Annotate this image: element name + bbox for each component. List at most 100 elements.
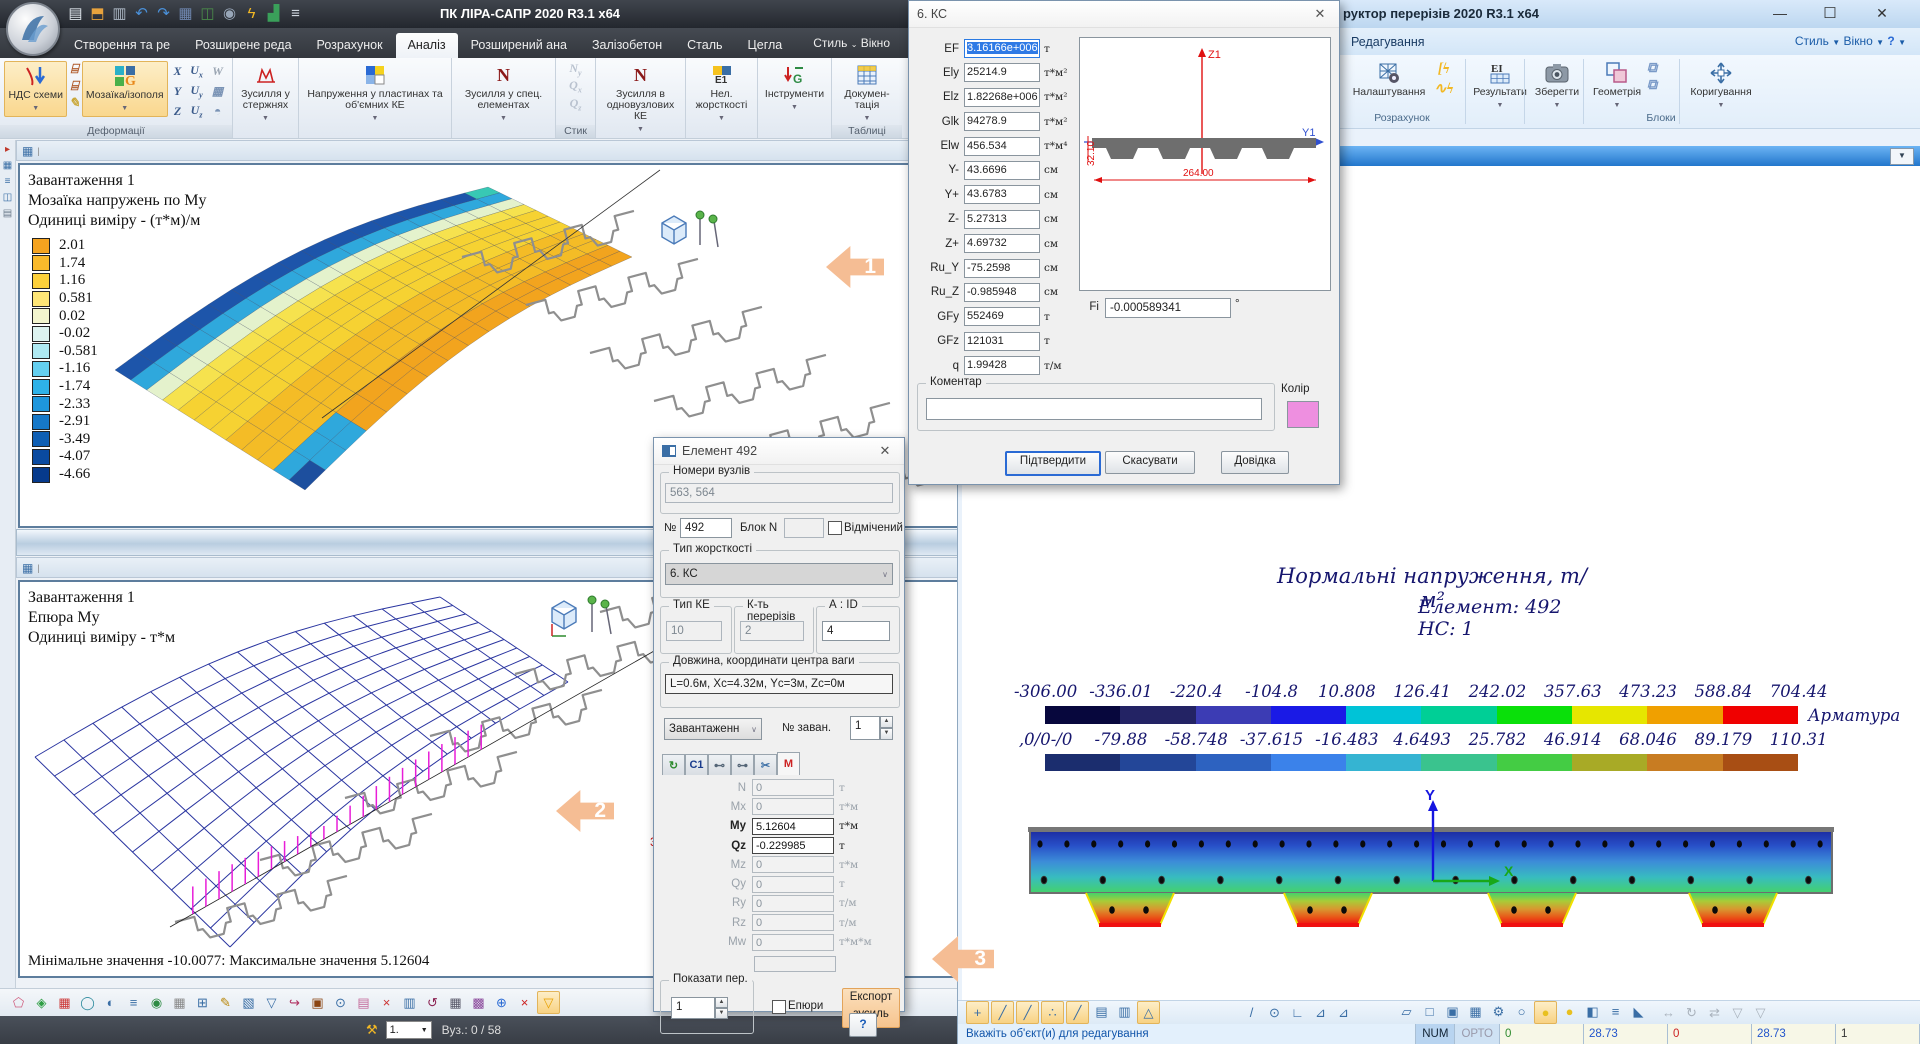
toolbar-icon[interactable]: ∴ <box>1041 1001 1064 1024</box>
axes-tab-icon[interactable]: ✂ <box>754 754 777 775</box>
toolbar-icon[interactable]: ▦ <box>1465 1001 1486 1022</box>
tab-Цегла[interactable]: Цегла <box>736 33 795 58</box>
marked-checkbox[interactable] <box>828 521 842 535</box>
toolbar-icon[interactable]: ▽ <box>537 991 560 1014</box>
tabstrip-dropdown[interactable]: ▼ <box>1890 148 1914 165</box>
rod-forces-button[interactable]: Зусилля у стержнях▼ <box>235 61 296 126</box>
tab-Залізобетон[interactable]: Залізобетон <box>580 33 674 58</box>
field-input[interactable]: 3.16166e+006 <box>964 39 1040 58</box>
disp-Uy-button[interactable]: Uy <box>190 83 202 99</box>
save-button[interactable]: Зберегти▼ <box>1527 59 1587 113</box>
side-tool-icon[interactable]: ▤ <box>3 208 12 219</box>
tab-editing[interactable]: Редагування <box>1343 33 1433 51</box>
ks-dialog-titlebar[interactable]: 6. КС ✕ <box>909 1 1339 28</box>
toolbar-icon[interactable]: ◐ <box>100 992 121 1013</box>
save-icon[interactable]: ▥ <box>110 4 129 24</box>
frame-icons[interactable]: ⌸⌸✎ <box>69 61 80 111</box>
toolbar-icon[interactable]: ● <box>1534 1001 1557 1024</box>
show-section-spinner[interactable]: ▲▼ <box>715 997 728 1019</box>
field-input[interactable]: 1.82268e+006 <box>964 88 1040 107</box>
chart-icon[interactable]: ▟ <box>264 4 283 24</box>
extra-button[interactable]: W <box>212 64 223 79</box>
displacement-letter-buttons[interactable]: XUxWYUy▦ZUz◓ <box>170 61 228 121</box>
toolbar-icon[interactable]: ↔ <box>1658 1002 1679 1023</box>
book-icon[interactable]: ◫ <box>198 4 217 24</box>
tab-Розрахунок[interactable]: Розрахунок <box>305 33 395 58</box>
stiffness-combobox[interactable]: 6. КС∨ <box>665 563 893 585</box>
link-tab-icon[interactable]: ⊷ <box>708 754 731 775</box>
results-button[interactable]: EI Результати▼ <box>1469 59 1531 113</box>
disp-Ux-button[interactable]: Ux <box>190 63 203 79</box>
disp-Uz-button[interactable]: Uz <box>191 103 203 119</box>
axis-Y-button[interactable]: Y <box>174 84 181 99</box>
extra-button[interactable]: ◓ <box>214 104 221 119</box>
toolbar-icon[interactable]: ▦ <box>445 992 466 1013</box>
field-input[interactable]: 43.6696 <box>964 161 1040 180</box>
side-tool-icon[interactable]: ≡ <box>5 176 11 187</box>
main-style-window-menu[interactable]: Стиль ⌄ Вікно <box>813 36 890 50</box>
fi-field[interactable]: -0.000589341 <box>1105 298 1231 318</box>
toolbar-icon[interactable]: ⊿ <box>1310 1002 1331 1023</box>
toolbar-icon[interactable]: ▣ <box>307 992 328 1013</box>
toolbar-icon[interactable]: □ <box>1419 1001 1440 1022</box>
pick-tool-icon[interactable]: ⚒ <box>366 1022 378 1038</box>
node-tab-icon[interactable]: ⊶ <box>731 754 754 775</box>
block-field[interactable] <box>784 518 824 538</box>
toolbar-icon[interactable]: ↺ <box>422 992 443 1013</box>
toolbar-icon[interactable]: + <box>966 1001 989 1024</box>
axis-X-button[interactable]: X <box>174 64 182 79</box>
toolbar-icon[interactable]: ≡ <box>123 992 144 1013</box>
toolbar-icon[interactable]: ⇄ <box>1704 1002 1725 1023</box>
snapshot-icon[interactable]: ◉ <box>220 4 239 24</box>
toolbar-icon[interactable]: ◣ <box>1628 1001 1649 1022</box>
toolbar-icon[interactable]: × <box>376 992 397 1013</box>
toolbar-icon[interactable]: ▧ <box>238 992 259 1013</box>
field-input[interactable]: -75.2598 <box>964 259 1040 278</box>
tab-Створення та ре[interactable]: Створення та ре <box>62 33 182 58</box>
field-input[interactable]: 25214.9 <box>964 63 1040 82</box>
comment-field[interactable] <box>926 398 1262 420</box>
toolbar-icon[interactable]: ↪ <box>284 992 305 1013</box>
close-icon[interactable]: ✕ <box>1309 6 1331 22</box>
documentation-button[interactable]: Докумен- тація▼ <box>834 61 900 126</box>
loadcase-number-field[interactable]: 1 <box>850 716 880 740</box>
toolbar-icon[interactable]: ◧ <box>1582 1001 1603 1022</box>
close-button[interactable]: ✕ <box>1862 2 1902 25</box>
toolbar-icon[interactable]: ▤ <box>353 992 374 1013</box>
field-input[interactable]: 5.27313 <box>964 210 1040 229</box>
toolbar-icon[interactable]: ▤ <box>1091 1001 1112 1022</box>
epury-checkbox[interactable] <box>772 1000 786 1014</box>
open-icon[interactable]: ⬒ <box>88 4 107 24</box>
package-icon[interactable]: ▦ <box>176 4 195 24</box>
toolbar-icon[interactable]: ⊙ <box>330 992 351 1013</box>
special-forces-button[interactable]: N Зусилля у спец. елементах▼ <box>454 61 553 126</box>
toolbar-icon[interactable]: ◉ <box>146 992 167 1013</box>
c1-tab[interactable]: C1 <box>685 754 708 775</box>
field-input[interactable]: 4.69732 <box>964 234 1040 253</box>
settings-button[interactable]: Налаштування <box>1342 59 1436 100</box>
toolbar-icon[interactable]: ╱ <box>1016 1001 1039 1024</box>
tab-Аналіз[interactable]: Аналіз <box>396 33 458 58</box>
redo-icon[interactable]: ↷ <box>154 4 173 24</box>
rotate-tab-icon[interactable]: ↻ <box>662 754 685 775</box>
toolbar-icon[interactable]: ✎ <box>215 992 236 1013</box>
view-cube-widget[interactable] <box>654 205 726 264</box>
aid-field[interactable]: 4 <box>822 621 890 641</box>
toolbar-icon[interactable]: ⊕ <box>491 992 512 1013</box>
blocks-icons[interactable]: ⧉⧉ <box>1647 61 1657 94</box>
scale-combobox[interactable]: 1.▼ <box>386 1021 432 1039</box>
extra-button[interactable]: ▦ <box>212 84 223 99</box>
toolbar-icon[interactable]: ▥ <box>399 992 420 1013</box>
toolbar-icon[interactable]: ▣ <box>1442 1001 1463 1022</box>
maximize-button[interactable]: ☐ <box>1810 2 1850 25</box>
toolbar-icon[interactable]: ≡ <box>1605 1001 1626 1022</box>
undo-icon[interactable]: ↶ <box>132 4 151 24</box>
button-Ny[interactable]: Ny <box>569 61 581 77</box>
toolbar-icon[interactable]: ▦ <box>54 992 75 1013</box>
cancel-button[interactable]: Скасувати <box>1105 451 1195 474</box>
tab-Сталь[interactable]: Сталь <box>675 33 734 58</box>
field-input[interactable]: 456.534 <box>964 137 1040 156</box>
field-input[interactable]: 43.6783 <box>964 185 1040 204</box>
toolbar-icon[interactable]: / <box>1241 1002 1262 1023</box>
toolbar-icon[interactable]: ⬠ <box>8 992 29 1013</box>
